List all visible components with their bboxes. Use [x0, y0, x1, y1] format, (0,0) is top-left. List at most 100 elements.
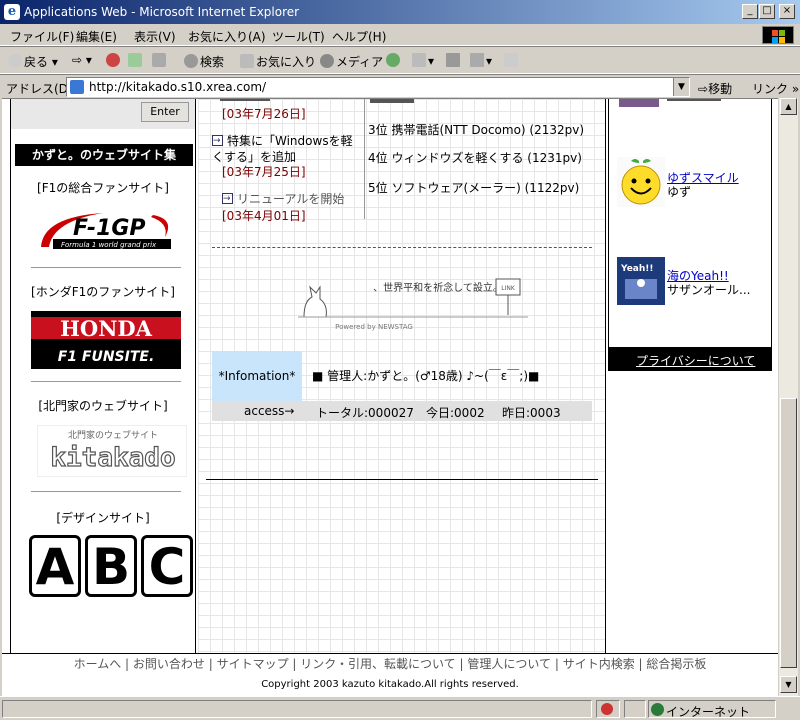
footer-separator: | [455, 657, 468, 671]
footer-link-about[interactable]: 管理人について [467, 657, 551, 671]
media-button[interactable]: メディア [320, 53, 383, 70]
f1gp-logo[interactable]: F-1GP Formula 1 world grand prix [33, 207, 177, 253]
print-icon [446, 53, 460, 67]
kitakado-logo[interactable]: 北門家のウェブサイト kitakado [37, 425, 187, 477]
info-tag: *Infomation* [212, 351, 302, 401]
honda-logo-sub: F1 FUNSITE. [58, 349, 155, 365]
status-bar: インターネット [0, 696, 800, 720]
history-button[interactable] [386, 53, 402, 68]
footer-link-sitemap[interactable]: サイトマップ [217, 657, 289, 671]
back-label: 戻る [24, 55, 49, 69]
menu-favorites[interactable]: お気に入り(A) [188, 28, 266, 45]
vertical-scrollbar[interactable]: ▲ ▼ [778, 98, 798, 696]
footer-separator: | [551, 657, 563, 671]
toolbar: 戻る ▾ ⇨ ▾ 検索 お気に入り メディア ▾ ▾ [0, 46, 800, 74]
footer-link-bbs[interactable]: 総合掲示板 [646, 657, 706, 671]
stop-button[interactable] [106, 53, 122, 68]
links-button[interactable]: リンク » [752, 80, 799, 97]
access-total: トータル:000027 [316, 406, 414, 420]
discuss-button[interactable] [504, 53, 520, 68]
mail-button[interactable]: ▾ [412, 53, 434, 68]
news-item[interactable]: リニューアルを開始 [222, 191, 372, 207]
search-button[interactable]: 検索 [184, 53, 224, 70]
page-icon [70, 80, 84, 94]
menu-help[interactable]: ヘルプ(H) [332, 28, 386, 45]
footer-nav: ホームへ | お問い合わせ | サイトマップ | リンク・引用、転載について |… [2, 655, 778, 675]
menu-edit[interactable]: 編集(E) [76, 28, 117, 45]
back-button[interactable]: 戻る ▾ [8, 53, 58, 70]
enter-button[interactable]: Enter [141, 102, 189, 122]
go-button[interactable]: ⇨移動 [698, 80, 732, 97]
footer-separator: | [288, 657, 301, 671]
address-label: アドレス(D) [6, 82, 73, 96]
banner-text: 、世界平和を祈念して設立。 [373, 281, 503, 294]
search-icon [184, 54, 198, 68]
close-button[interactable]: × [779, 4, 795, 19]
footer-link-policy[interactable]: リンク・引用、転載について [300, 657, 455, 671]
abc-letter-a: A [29, 535, 81, 597]
refresh-button[interactable] [128, 53, 144, 68]
privacy-link[interactable]: プライバシーについて [636, 352, 755, 369]
menu-view[interactable]: 表示(V) [134, 28, 176, 45]
site-label-honda: [ホンダF1のファンサイト] [31, 285, 175, 299]
umi-no-yeah-cover[interactable]: Yeah!! [617, 257, 665, 305]
edit-button[interactable]: ▾ [470, 53, 492, 68]
privacy-bar: プライバシーについて [608, 347, 772, 371]
kitakado-logo-sub: 北門家のウェブサイト [68, 429, 158, 441]
minimize-button[interactable]: _ [742, 4, 758, 19]
scroll-thumb[interactable] [780, 398, 797, 668]
news-date: [03年7月26日] [222, 107, 306, 121]
menu-tools[interactable]: ツール(T) [272, 28, 325, 45]
access-label: access→ [244, 404, 295, 418]
right-column: ゆずスマイル ゆず Yeah!! 海のYeah!! サザンオール... プライバ… [608, 99, 774, 654]
favorites-icon [240, 54, 254, 68]
abc-design-logo[interactable]: A B C [29, 535, 199, 601]
abc-letter-c: C [141, 535, 193, 597]
arrow-box-icon [212, 133, 223, 149]
scroll-down-arrow-icon[interactable]: ▼ [780, 676, 797, 693]
banner-sign: LINK [501, 285, 516, 292]
news-date: [03年4月01日] [222, 209, 306, 223]
address-input[interactable]: http://kitakado.s10.xrea.com/ ▼ [66, 77, 690, 97]
news-item[interactable]: 特集に「Windowsを軽くする」を追加 [212, 133, 362, 165]
address-dropdown-button[interactable]: ▼ [673, 78, 689, 96]
footer-link-home[interactable]: ホームへ [74, 657, 122, 671]
divider [31, 267, 181, 268]
refresh-icon [128, 53, 142, 67]
ranking-item[interactable]: 5位 ソフトウェア(メーラー) (1122pv) [368, 179, 579, 196]
ranking-item[interactable]: 3位 携帯電話(NTT Docomo) (2132pv) [368, 121, 584, 138]
window-title: Applications Web - Microsoft Internet Ex… [24, 5, 300, 19]
site-label-design: [デザインサイト] [56, 511, 150, 525]
footer-link-contact[interactable]: お問い合わせ [133, 657, 205, 671]
footer-link-search[interactable]: サイト内検索 [563, 657, 635, 671]
footer-divider [2, 653, 778, 654]
media-label: メディア [336, 55, 384, 69]
maximize-button[interactable]: □ [759, 4, 775, 19]
discuss-icon [504, 53, 518, 67]
cut-off-text [667, 99, 721, 101]
footer-separator: | [634, 657, 647, 671]
divider [31, 491, 181, 492]
window-titlebar: e Applications Web - Microsoft Internet … [0, 0, 800, 24]
cut-off-avatar [619, 99, 659, 107]
home-button[interactable] [152, 53, 168, 68]
favorites-button[interactable]: お気に入り [240, 53, 316, 70]
menu-file[interactable]: ファイル(F) [10, 28, 74, 45]
print-button[interactable] [446, 53, 462, 68]
honda-f1-logo[interactable]: HONDA F1 FUNSITE. [31, 311, 181, 369]
center-bottom-line [206, 479, 598, 480]
zone-label: インターネット [666, 705, 751, 719]
access-counter: access→ トータル:000027 今日:0002 昨日:0003 [212, 401, 592, 421]
address-url: http://kitakado.s10.xrea.com/ [89, 80, 267, 94]
newstag-banner[interactable]: 、世界平和を祈念して設立。 LINK Powered by NEWSTAG [298, 271, 528, 331]
yuzu-smile-avatar[interactable] [617, 157, 665, 207]
scroll-up-arrow-icon[interactable]: ▲ [780, 98, 797, 115]
kitakado-logo-text: kitakado [50, 443, 175, 473]
status-cell [624, 700, 646, 718]
access-yesterday: 昨日:0003 [502, 406, 561, 420]
stop-icon [106, 53, 120, 67]
entry-artist: サザンオール... [667, 283, 751, 297]
enter-area: Enter [11, 99, 195, 129]
ranking-item[interactable]: 4位 ウィンドウズを軽くする (1231pv) [368, 149, 582, 166]
forward-button[interactable]: ⇨ ▾ [72, 53, 92, 67]
